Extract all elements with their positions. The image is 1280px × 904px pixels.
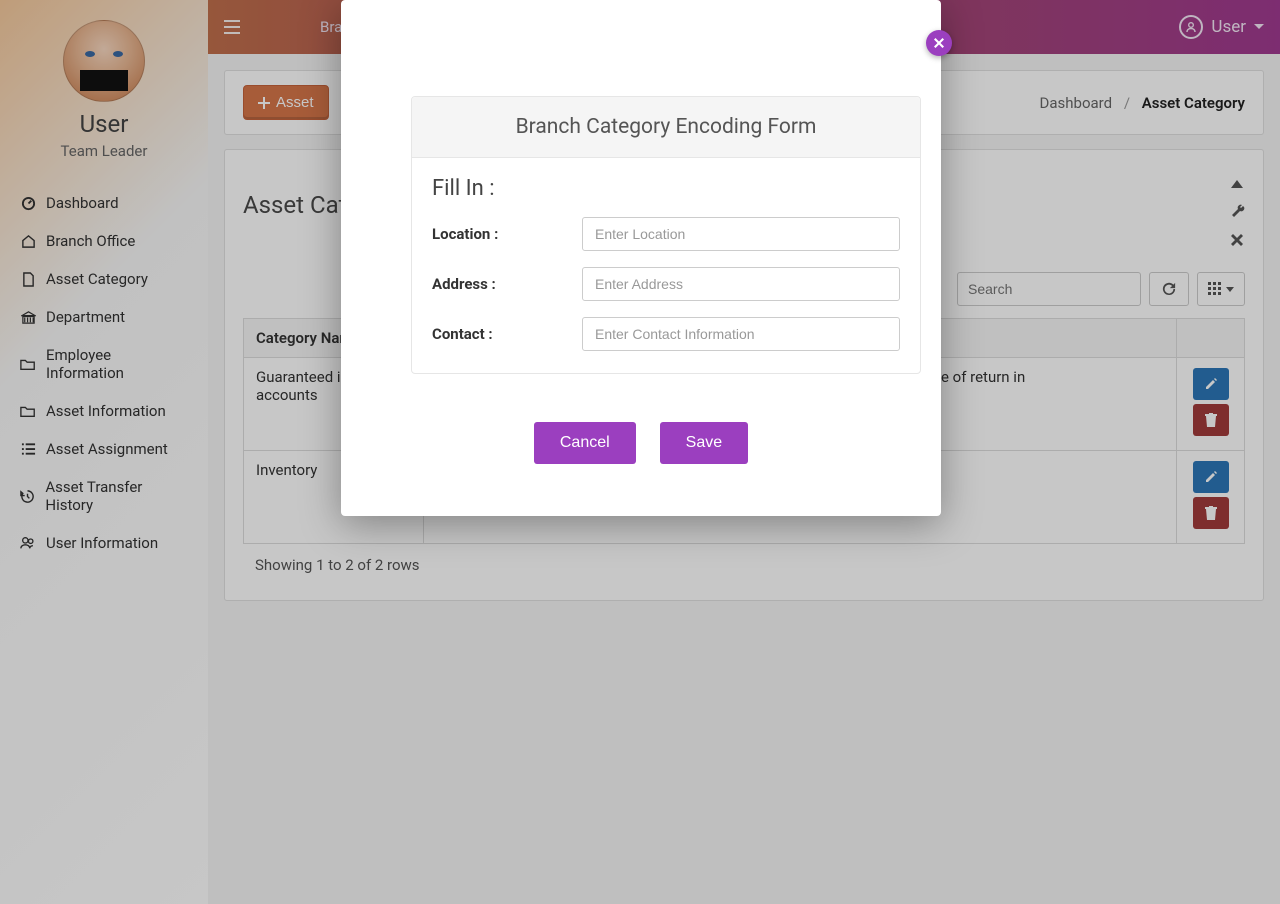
input-contact[interactable] <box>582 317 900 351</box>
label-contact: Contact : <box>432 325 582 343</box>
modal: Branch Category Encoding Form Fill In : … <box>341 0 941 516</box>
input-address[interactable] <box>582 267 900 301</box>
label-location: Location : <box>432 225 582 243</box>
modal-close-button[interactable] <box>926 30 952 56</box>
modal-section-title: Fill In : <box>432 176 900 201</box>
label-address: Address : <box>432 275 582 293</box>
modal-title: Branch Category Encoding Form <box>412 97 920 158</box>
cancel-button[interactable]: Cancel <box>534 422 636 464</box>
input-location[interactable] <box>582 217 900 251</box>
modal-card: Branch Category Encoding Form Fill In : … <box>411 96 921 374</box>
save-button[interactable]: Save <box>660 422 748 464</box>
